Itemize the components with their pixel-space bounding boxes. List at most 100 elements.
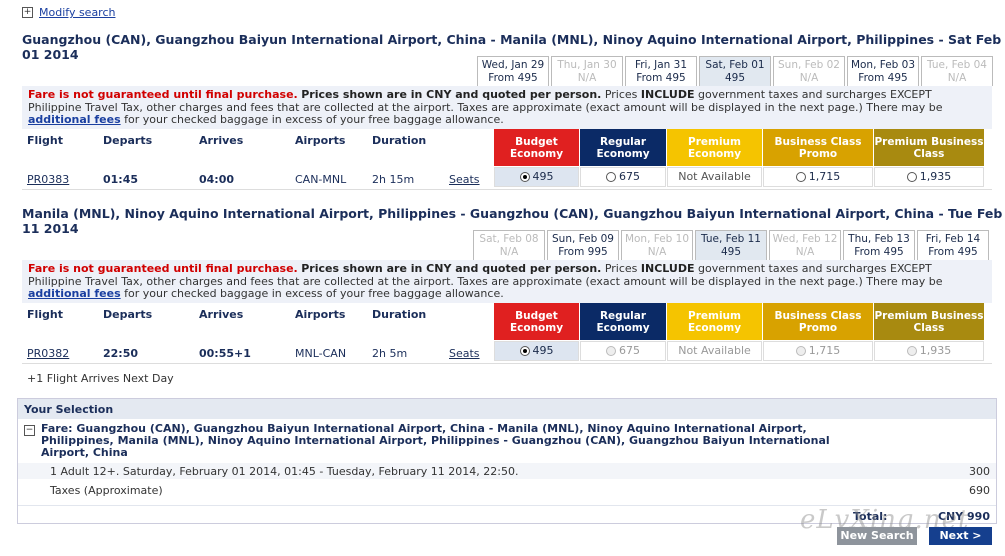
fare-option[interactable]: 1,935 — [874, 341, 984, 361]
tab-date: Mon, Feb 03 — [850, 59, 916, 71]
fare-option[interactable]: 675 — [580, 341, 666, 361]
depart-time: 01:45 — [103, 173, 139, 186]
tab-price: From 495 — [636, 72, 686, 84]
fare-radio[interactable] — [906, 346, 917, 356]
fare-price: 1,935 — [919, 344, 952, 357]
col-duration: Duration — [372, 308, 427, 321]
tab-price: N/A — [799, 72, 819, 84]
additional-fees-link[interactable]: additional fees — [28, 113, 121, 126]
col-departs: Departs — [103, 308, 153, 321]
col-airports: Airports — [295, 308, 346, 321]
tab-date: Tue, Feb 11 — [701, 233, 761, 245]
fare-option[interactable]: Not Available — [667, 341, 762, 361]
date-tab[interactable]: Thu, Feb 13 From 495 — [843, 230, 915, 260]
tab-price: N/A — [947, 72, 967, 84]
date-tab[interactable]: Mon, Feb 03 From 495 — [847, 56, 919, 86]
fare-option[interactable]: 1,715 — [763, 341, 873, 361]
col-departs: Departs — [103, 134, 153, 147]
duration: 2h 15m — [372, 173, 415, 186]
modify-search[interactable]: + Modify search — [22, 6, 115, 19]
col-arrives: Arrives — [199, 134, 244, 147]
arrive-time: 00:55+1 — [199, 347, 251, 360]
flight-number-link[interactable]: PR0383 — [27, 173, 69, 186]
tab-price: From 495 — [858, 72, 908, 84]
date-tab[interactable]: Fri, Jan 31 From 495 — [625, 56, 697, 86]
date-tab[interactable]: Tue, Feb 11 495 — [695, 230, 767, 260]
date-tab: Sun, Feb 02 N/A — [773, 56, 845, 86]
tab-price: 495 — [724, 72, 746, 84]
notice-text: Prices — [604, 88, 638, 101]
pax-amount: 300 — [969, 465, 990, 478]
tax-label: Taxes (Approximate) — [50, 484, 163, 497]
fare-price: 1,715 — [808, 170, 841, 183]
tab-price: 495 — [720, 246, 742, 258]
new-search-button[interactable]: New Search — [837, 527, 917, 545]
fare-price: 495 — [532, 344, 554, 357]
collapse-icon[interactable]: − — [24, 425, 35, 436]
fare-row: − Fare: Guangzhou (CAN), Guangzhou Baiyu… — [18, 419, 996, 459]
fare-option[interactable]: Not Available — [667, 167, 762, 187]
flight-number-link[interactable]: PR0382 — [27, 347, 69, 360]
date-tab: Tue, Feb 04 N/A — [921, 56, 993, 86]
tab-price: N/A — [647, 246, 667, 258]
tab-price: N/A — [577, 72, 597, 84]
tab-price: From 995 — [558, 246, 608, 258]
tab-date: Thu, Feb 13 — [848, 233, 910, 245]
notice-include: INCLUDE — [640, 262, 695, 275]
next-button[interactable]: Next > — [929, 527, 992, 545]
fare-option[interactable]: 675 — [580, 167, 666, 187]
outbound-section: Fare is not guaranteed until final purch… — [22, 86, 992, 190]
expand-icon[interactable]: + — [22, 7, 33, 18]
fare-radio[interactable] — [795, 172, 806, 182]
seats-link[interactable]: Seats — [449, 173, 480, 186]
pax-row: 1 Adult 12+. Saturday, February 01 2014,… — [18, 463, 996, 479]
fare-option[interactable]: 1,715 — [763, 167, 873, 187]
fare-option[interactable]: 495 — [494, 167, 579, 187]
fare-radio[interactable] — [795, 346, 806, 356]
fare-price: 1,935 — [919, 170, 952, 183]
date-tab[interactable]: Fri, Feb 14 From 495 — [917, 230, 989, 260]
modify-search-link[interactable]: Modify search — [39, 6, 115, 19]
fare-radio[interactable] — [606, 346, 616, 356]
seats-link[interactable]: Seats — [449, 347, 480, 360]
fare-price: 1,715 — [808, 344, 841, 357]
notice-currency: Prices shown are in CNY and quoted per p… — [301, 262, 602, 275]
fare-radio[interactable] — [606, 172, 616, 182]
tab-price: From 495 — [488, 72, 538, 84]
tab-date: Mon, Feb 10 — [624, 233, 690, 245]
fare-class-header: Business Class Promo — [763, 129, 873, 166]
next-day-footnote: +1 Flight Arrives Next Day — [27, 372, 174, 385]
fare-radio[interactable] — [519, 346, 530, 356]
date-tab: Wed, Feb 12 N/A — [769, 230, 841, 260]
fare-class-header: Business Class Promo — [763, 303, 873, 340]
fare-class-header: Premium Economy — [667, 303, 762, 340]
fare-option[interactable]: 1,935 — [874, 167, 984, 187]
tab-date: Fri, Jan 31 — [634, 59, 688, 71]
notice-currency: Prices shown are in CNY and quoted per p… — [301, 88, 602, 101]
fare-price: Not Available — [678, 344, 751, 357]
date-tab: Thu, Jan 30 N/A — [551, 56, 623, 86]
additional-fees-link[interactable]: additional fees — [28, 287, 121, 300]
fare-option[interactable]: 495 — [494, 341, 579, 361]
date-tab[interactable]: Wed, Jan 29 From 495 — [477, 56, 549, 86]
date-tab[interactable]: Sat, Feb 01 495 — [699, 56, 771, 86]
date-tab: Mon, Feb 10 N/A — [621, 230, 693, 260]
fare-route: Fare: Guangzhou (CAN), Guangzhou Baiyun … — [41, 422, 830, 459]
fare-class-header: Premium Business Class — [874, 303, 984, 340]
notice-warning: Fare is not guaranteed until final purch… — [28, 88, 298, 101]
fare-radio[interactable] — [519, 172, 530, 182]
fare-radio[interactable] — [906, 172, 917, 182]
outbound-date-tabs: Wed, Jan 29 From 495 Thu, Jan 30 N/A Fri, Ja… — [475, 56, 993, 86]
tax-amount: 690 — [969, 484, 990, 497]
fare-price: 495 — [532, 170, 554, 183]
tab-date: Wed, Jan 29 — [481, 59, 545, 71]
outbound-flight-table: Flight Departs Arrives Airports Duration… — [22, 129, 992, 190]
selection-title: Your Selection — [18, 399, 996, 419]
fare-class-header: Budget Economy — [494, 303, 579, 340]
tab-date: Sun, Feb 09 — [552, 233, 614, 245]
date-tab: Sat, Feb 08 N/A — [473, 230, 545, 260]
col-duration: Duration — [372, 134, 427, 147]
tab-date: Sun, Feb 02 — [778, 59, 840, 71]
tab-date: Fri, Feb 14 — [925, 233, 981, 245]
date-tab[interactable]: Sun, Feb 09 From 995 — [547, 230, 619, 260]
